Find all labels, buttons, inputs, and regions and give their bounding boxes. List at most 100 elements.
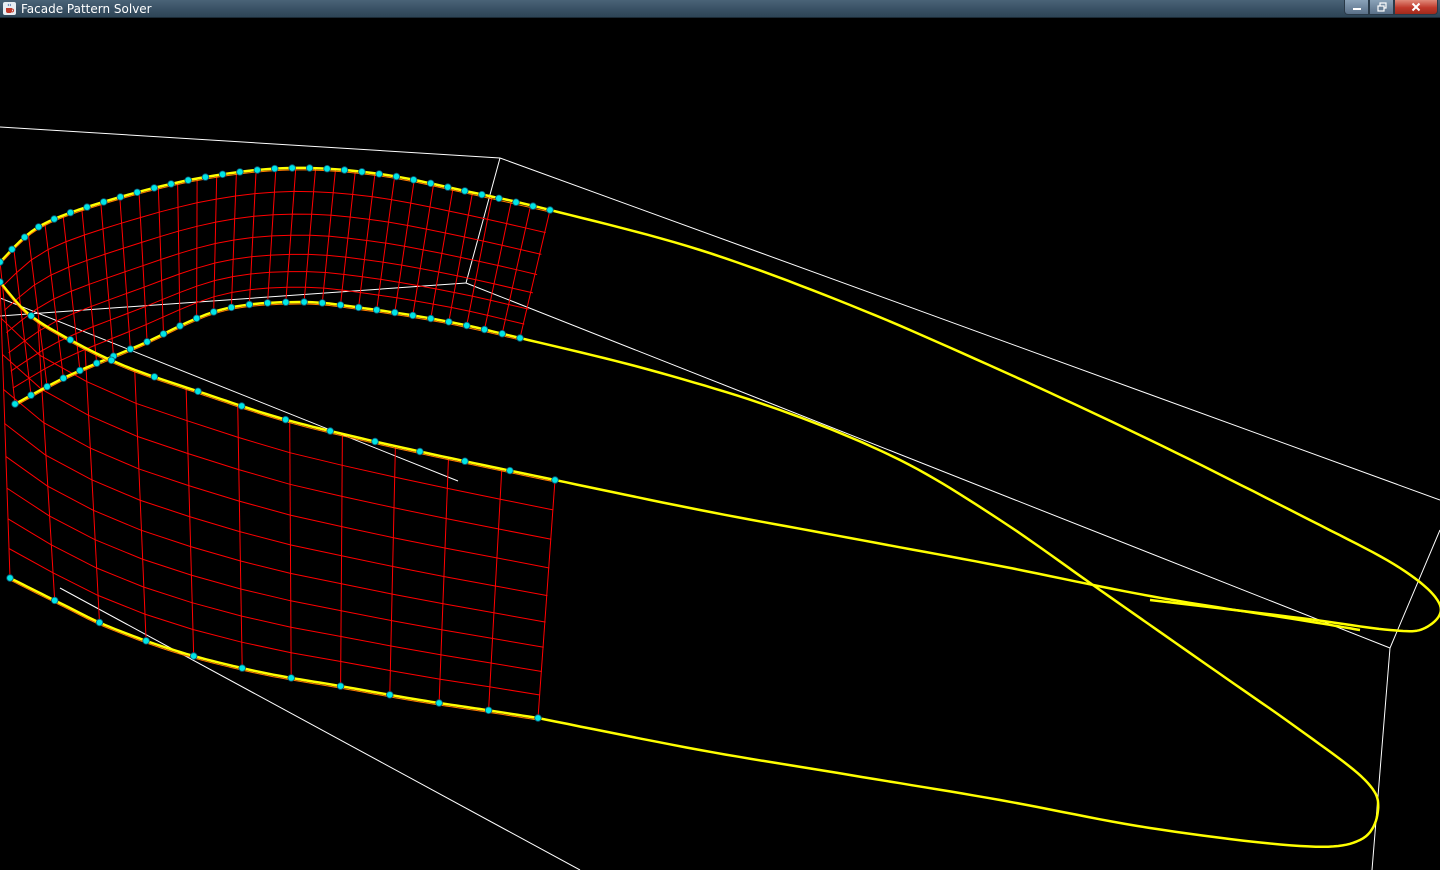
title-bar[interactable]: Facade Pattern Solver	[0, 0, 1440, 18]
control-point	[336, 682, 345, 690]
control-point	[336, 301, 345, 309]
control-point	[76, 366, 84, 375]
control-point	[305, 164, 314, 172]
control-point	[66, 336, 74, 344]
control-point	[480, 325, 489, 334]
control-point	[371, 437, 379, 446]
window-controls	[1344, 0, 1438, 16]
control-point	[288, 164, 296, 172]
control-point	[263, 299, 272, 307]
control-point	[445, 318, 453, 326]
control-point	[201, 173, 210, 181]
control-point	[373, 306, 381, 314]
control-point	[0, 278, 4, 286]
control-point	[0, 258, 4, 266]
application-window: Facade Pattern Solver	[0, 0, 1440, 870]
control-point	[375, 170, 383, 178]
restore-button[interactable]	[1369, 0, 1394, 15]
control-point	[27, 391, 35, 399]
control-point	[150, 184, 158, 192]
control-point	[133, 188, 141, 196]
control-point	[340, 166, 349, 174]
control-point	[546, 206, 554, 214]
control-point	[461, 457, 469, 465]
control-point	[51, 596, 59, 605]
control-point	[11, 400, 19, 408]
3d-viewport[interactable]	[0, 18, 1440, 870]
close-icon	[1411, 2, 1421, 12]
minimize-icon	[1352, 8, 1361, 10]
control-point	[271, 164, 279, 173]
control-point	[435, 699, 443, 707]
control-point	[43, 382, 51, 391]
restore-icon	[1376, 2, 1387, 12]
control-point	[354, 303, 363, 312]
java-coffee-cup-icon	[3, 2, 16, 15]
control-point	[495, 194, 503, 202]
control-point	[238, 664, 246, 672]
control-point	[143, 338, 151, 346]
control-point	[253, 166, 261, 174]
control-point	[282, 298, 290, 306]
control-point	[281, 415, 290, 424]
control-point	[50, 215, 58, 223]
close-button[interactable]	[1394, 0, 1438, 15]
control-point	[237, 402, 246, 410]
minimize-button[interactable]	[1344, 0, 1369, 15]
control-point	[83, 203, 91, 211]
control-point	[409, 176, 418, 184]
control-point	[409, 311, 417, 320]
control-point	[107, 356, 116, 364]
control-point	[245, 300, 254, 309]
control-point	[392, 172, 401, 181]
window-title: Facade Pattern Solver	[21, 2, 152, 16]
control-point	[6, 574, 14, 582]
control-point	[516, 334, 524, 342]
control-point	[287, 674, 295, 682]
scene-canvas[interactable]	[0, 18, 1440, 870]
control-point	[529, 202, 537, 210]
control-point	[176, 322, 184, 330]
control-point	[66, 208, 75, 217]
control-point	[126, 345, 135, 353]
control-point	[463, 321, 471, 330]
control-point	[326, 427, 334, 435]
control-point	[391, 308, 399, 317]
control-point	[116, 193, 125, 201]
control-point	[323, 164, 331, 173]
control-point	[142, 637, 150, 645]
control-point	[184, 176, 192, 184]
control-point	[534, 714, 542, 722]
control-point	[159, 330, 168, 338]
control-point	[92, 359, 101, 367]
control-point	[427, 314, 435, 323]
control-point	[192, 314, 201, 322]
control-point	[209, 308, 218, 316]
control-point	[506, 466, 514, 475]
control-point	[20, 233, 29, 241]
control-point	[167, 180, 175, 188]
control-point	[300, 298, 308, 306]
control-point	[150, 373, 159, 381]
control-point	[386, 691, 394, 699]
control-point	[189, 652, 198, 660]
control-point	[8, 245, 16, 253]
control-point	[478, 190, 486, 199]
control-point	[318, 299, 326, 307]
control-point	[34, 223, 43, 231]
control-point	[194, 387, 202, 395]
control-point	[512, 198, 520, 206]
control-point	[461, 187, 469, 195]
control-point	[236, 168, 244, 176]
control-point	[358, 168, 366, 176]
control-point	[444, 183, 452, 191]
control-point	[27, 312, 35, 320]
viewport-background	[0, 18, 1440, 870]
control-point	[95, 618, 104, 627]
control-point	[227, 303, 236, 312]
control-point	[551, 476, 559, 484]
control-point	[427, 179, 435, 187]
control-point	[484, 706, 493, 714]
control-point	[218, 170, 227, 178]
control-point	[416, 447, 424, 456]
